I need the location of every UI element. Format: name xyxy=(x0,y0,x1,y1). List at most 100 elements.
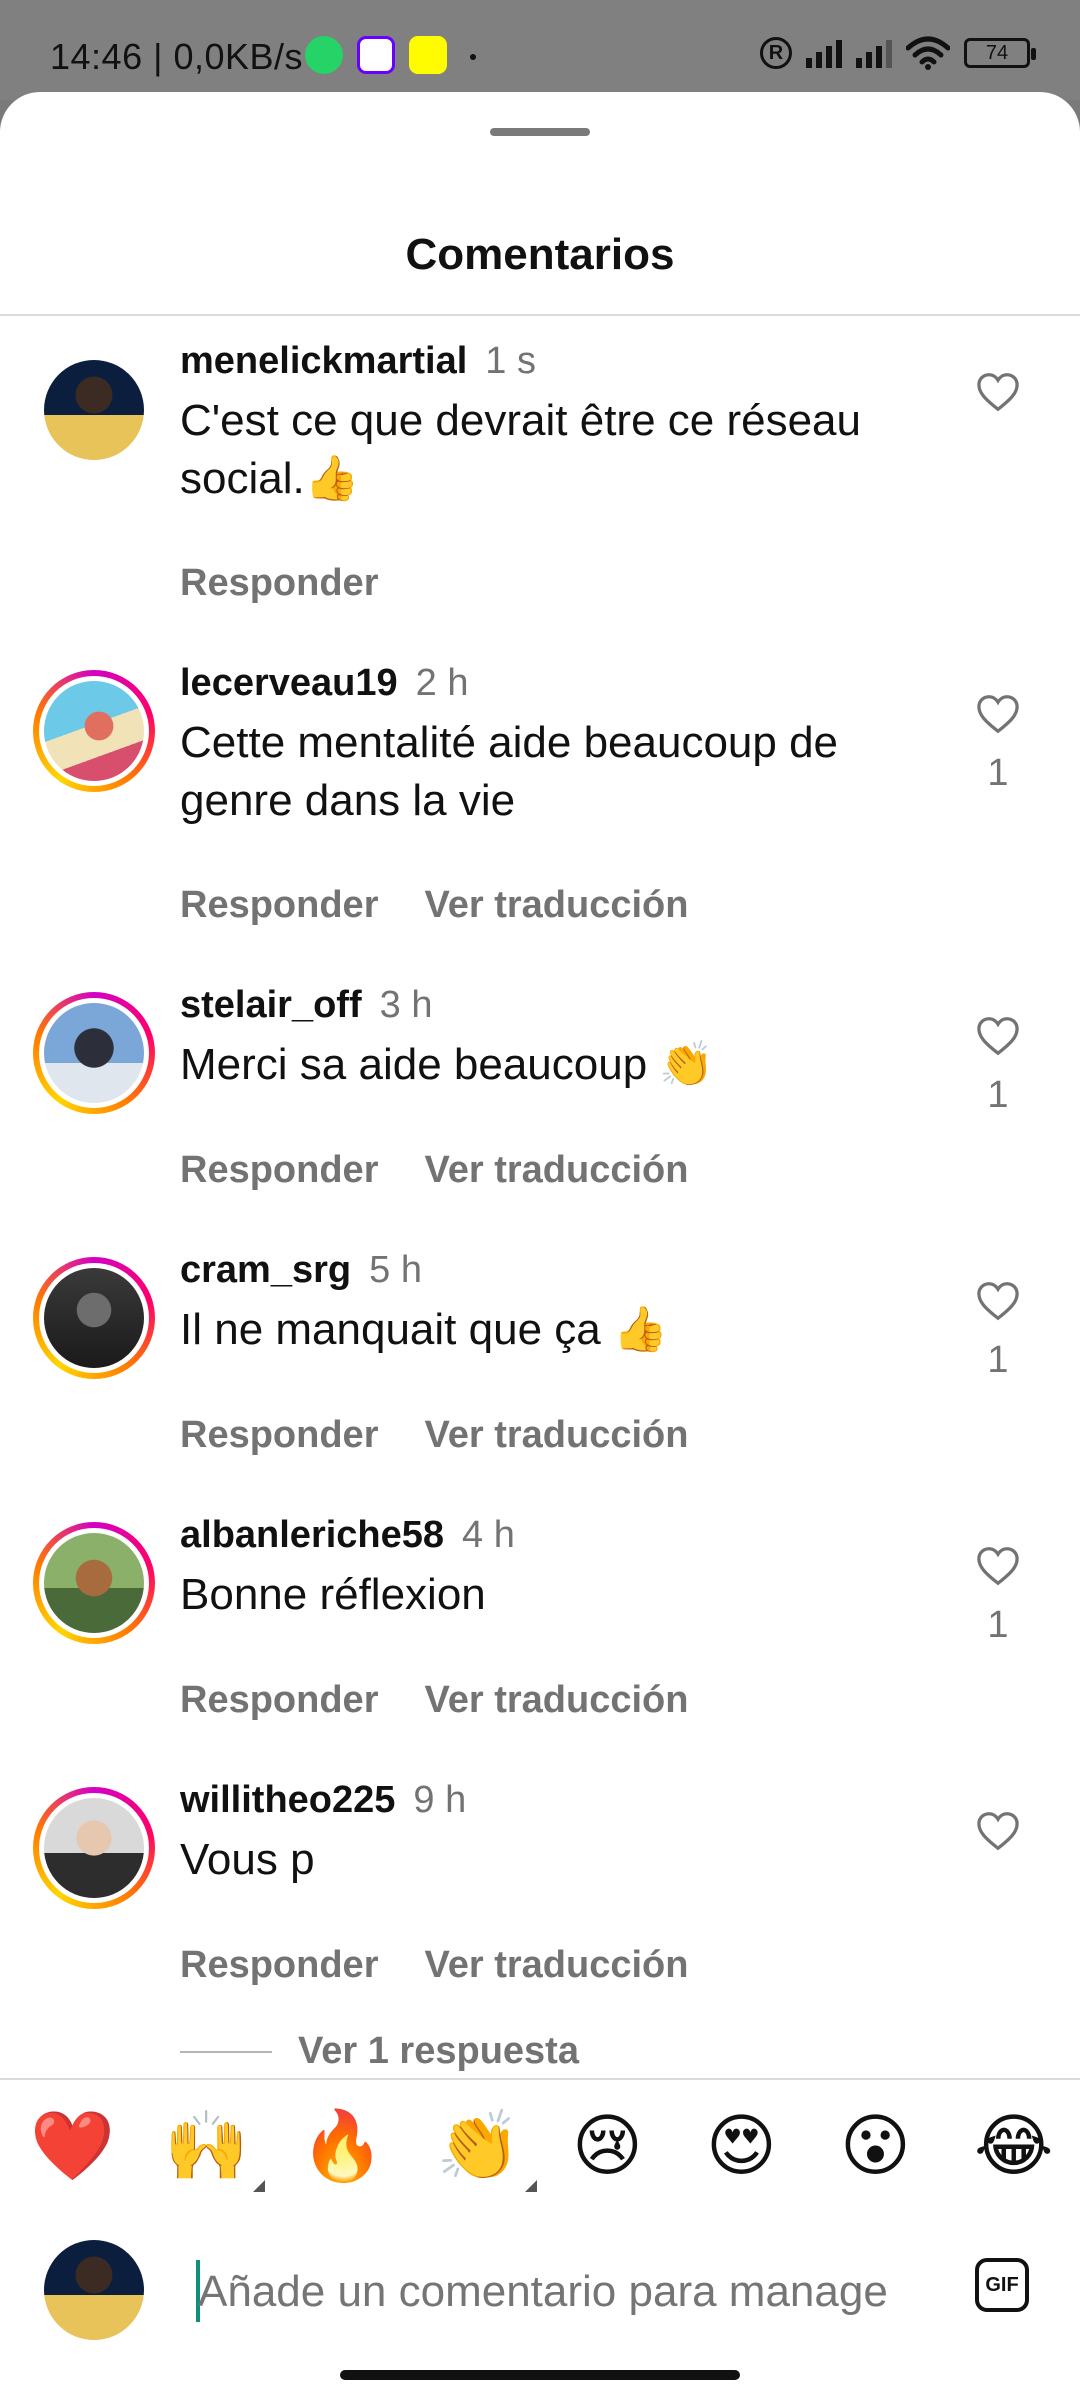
emoji-quick-bar: ❤️ 🙌 🔥 👏 😢 😍 😮 😂 xyxy=(0,2078,1080,2218)
comment-actions: Responder Ver traducción xyxy=(180,884,688,927)
snapchat-icon xyxy=(409,36,447,74)
heart-icon[interactable] xyxy=(976,1811,1020,1851)
avatar-photo xyxy=(44,1533,144,1633)
username-text: menelickmartial xyxy=(180,340,468,382)
comment-username[interactable]: menelickmartial 1 s xyxy=(180,340,536,383)
emoji-heart-eyes[interactable]: 😍 xyxy=(706,2108,777,2184)
gif-button[interactable]: GIF xyxy=(975,2258,1029,2312)
battery-icon: 74 xyxy=(964,38,1036,68)
comments-sheet: Comentarios menelickmartial 1 s C'est ce … xyxy=(0,92,1080,2400)
avatar[interactable] xyxy=(44,360,144,460)
status-time: 14:46 | 0,0KB/s xyxy=(50,36,304,77)
view-replies-link[interactable]: Ver 1 respuesta xyxy=(180,2030,579,2073)
comment-time: 1 s xyxy=(485,340,536,382)
wifi-icon xyxy=(906,36,950,70)
heart-icon[interactable] xyxy=(976,1016,1020,1056)
heart-icon[interactable] xyxy=(976,372,1020,412)
comment-actions: Responder Ver traducción xyxy=(180,1679,688,1722)
like-count: 1 xyxy=(987,752,1009,794)
comment-text: Merci sa aide beaucoup 👏 xyxy=(180,1040,715,1089)
status-indicators: R 74 xyxy=(760,36,1036,70)
comment-time: 3 h xyxy=(379,984,433,1026)
avatar-photo xyxy=(44,360,144,460)
comment-text: Vous p xyxy=(180,1835,315,1884)
comment-input[interactable] xyxy=(198,2262,928,2322)
my-avatar xyxy=(44,2240,144,2340)
avatar-photo xyxy=(44,1798,144,1898)
emoji-surprised[interactable]: 😮 xyxy=(840,2108,911,2184)
heart-icon[interactable] xyxy=(976,694,1020,734)
avatar-photo xyxy=(44,681,144,781)
avatar[interactable] xyxy=(33,1522,155,1644)
notification-dot xyxy=(470,54,476,60)
comment-actions: Responder Ver traducción xyxy=(180,1944,688,1987)
reply-button[interactable]: Responder xyxy=(180,884,378,927)
comment-actions: Responder xyxy=(180,562,378,605)
username-text: willitheo225 xyxy=(180,1779,396,1821)
sheet-grabber[interactable] xyxy=(490,128,590,136)
skin-tone-indicator xyxy=(252,2180,265,2192)
home-indicator[interactable] xyxy=(340,2370,740,2380)
reply-button[interactable]: Responder xyxy=(180,1414,378,1457)
comment-time: 9 h xyxy=(413,1779,467,1821)
emoji-clap[interactable]: 👏 xyxy=(436,2108,537,2192)
emoji-heart[interactable]: ❤️ xyxy=(30,2108,115,2184)
comment-text: C'est ce que devrait être ce réseau soci… xyxy=(180,396,861,503)
emoji-laughing[interactable]: 😂 xyxy=(974,2108,1053,2184)
reply-button[interactable]: Responder xyxy=(180,1149,378,1192)
sheet-title: Comentarios xyxy=(405,230,675,279)
comment-actions: Responder Ver traducción xyxy=(180,1149,688,1192)
view-replies-text: Ver 1 respuesta xyxy=(298,2030,579,2072)
avatar[interactable] xyxy=(33,1257,155,1379)
signal-2-icon xyxy=(856,38,892,68)
username-text: lecerveau19 xyxy=(180,662,398,704)
translate-button[interactable]: Ver traducción xyxy=(424,1414,688,1457)
avatar-photo xyxy=(44,2240,144,2340)
comment-text: Cette mentalité aide beaucoup de genre d… xyxy=(180,718,839,825)
translate-button[interactable]: Ver traducción xyxy=(424,1149,688,1192)
emoji-glyph: 🙌 xyxy=(164,2108,249,2184)
comment-username[interactable]: lecerveau19 2 h xyxy=(180,662,468,705)
comment-text: Bonne réflexion xyxy=(180,1570,486,1619)
emoji-crying[interactable]: 😢 xyxy=(572,2108,643,2184)
avatar[interactable] xyxy=(33,992,155,1114)
emoji-glyph: 👏 xyxy=(436,2108,521,2184)
avatar[interactable] xyxy=(33,670,155,792)
status-app-icons xyxy=(305,36,447,74)
like-count: 1 xyxy=(987,1604,1009,1646)
translate-button[interactable]: Ver traducción xyxy=(424,1944,688,1987)
reply-button[interactable]: Responder xyxy=(180,1944,378,1987)
comment-time: 5 h xyxy=(369,1249,422,1291)
comment-username[interactable]: willitheo225 9 h xyxy=(180,1779,466,1822)
translate-button[interactable]: Ver traducción xyxy=(424,884,688,927)
header-divider xyxy=(0,314,1080,316)
avatar[interactable] xyxy=(33,1787,155,1909)
heart-icon[interactable] xyxy=(976,1546,1020,1586)
status-bar: 14:46 | 0,0KB/s R 74 xyxy=(0,0,1080,100)
signal-icon xyxy=(806,38,842,68)
picsart-icon xyxy=(357,36,395,74)
like-count: 1 xyxy=(987,1074,1009,1116)
avatar-photo xyxy=(44,1003,144,1103)
comment-time: 2 h xyxy=(415,662,469,704)
emoji-fire[interactable]: 🔥 xyxy=(300,2108,385,2184)
username-text: cram_srg xyxy=(180,1249,352,1291)
comment-time: 4 h xyxy=(462,1514,515,1556)
heart-icon[interactable] xyxy=(976,1281,1020,1321)
whatsapp-icon xyxy=(305,36,343,74)
replies-divider xyxy=(180,2050,272,2053)
username-text: stelair_off xyxy=(180,984,362,1026)
comment-actions: Responder Ver traducción xyxy=(180,1414,688,1457)
registered-icon: R xyxy=(760,37,792,69)
username-text: albanleriche58 xyxy=(180,1514,445,1556)
emoji-raised-hands[interactable]: 🙌 xyxy=(164,2108,265,2192)
skin-tone-indicator xyxy=(524,2180,537,2192)
avatar-photo xyxy=(44,1268,144,1368)
comment-username[interactable]: stelair_off 3 h xyxy=(180,984,432,1027)
comment-username[interactable]: cram_srg 5 h xyxy=(180,1249,422,1292)
translate-button[interactable]: Ver traducción xyxy=(424,1679,688,1722)
reply-button[interactable]: Responder xyxy=(180,1679,378,1722)
comment-username[interactable]: albanleriche58 4 h xyxy=(180,1514,515,1557)
comment-text: Il ne manquait que ça 👍 xyxy=(180,1305,668,1354)
reply-button[interactable]: Responder xyxy=(180,562,378,605)
